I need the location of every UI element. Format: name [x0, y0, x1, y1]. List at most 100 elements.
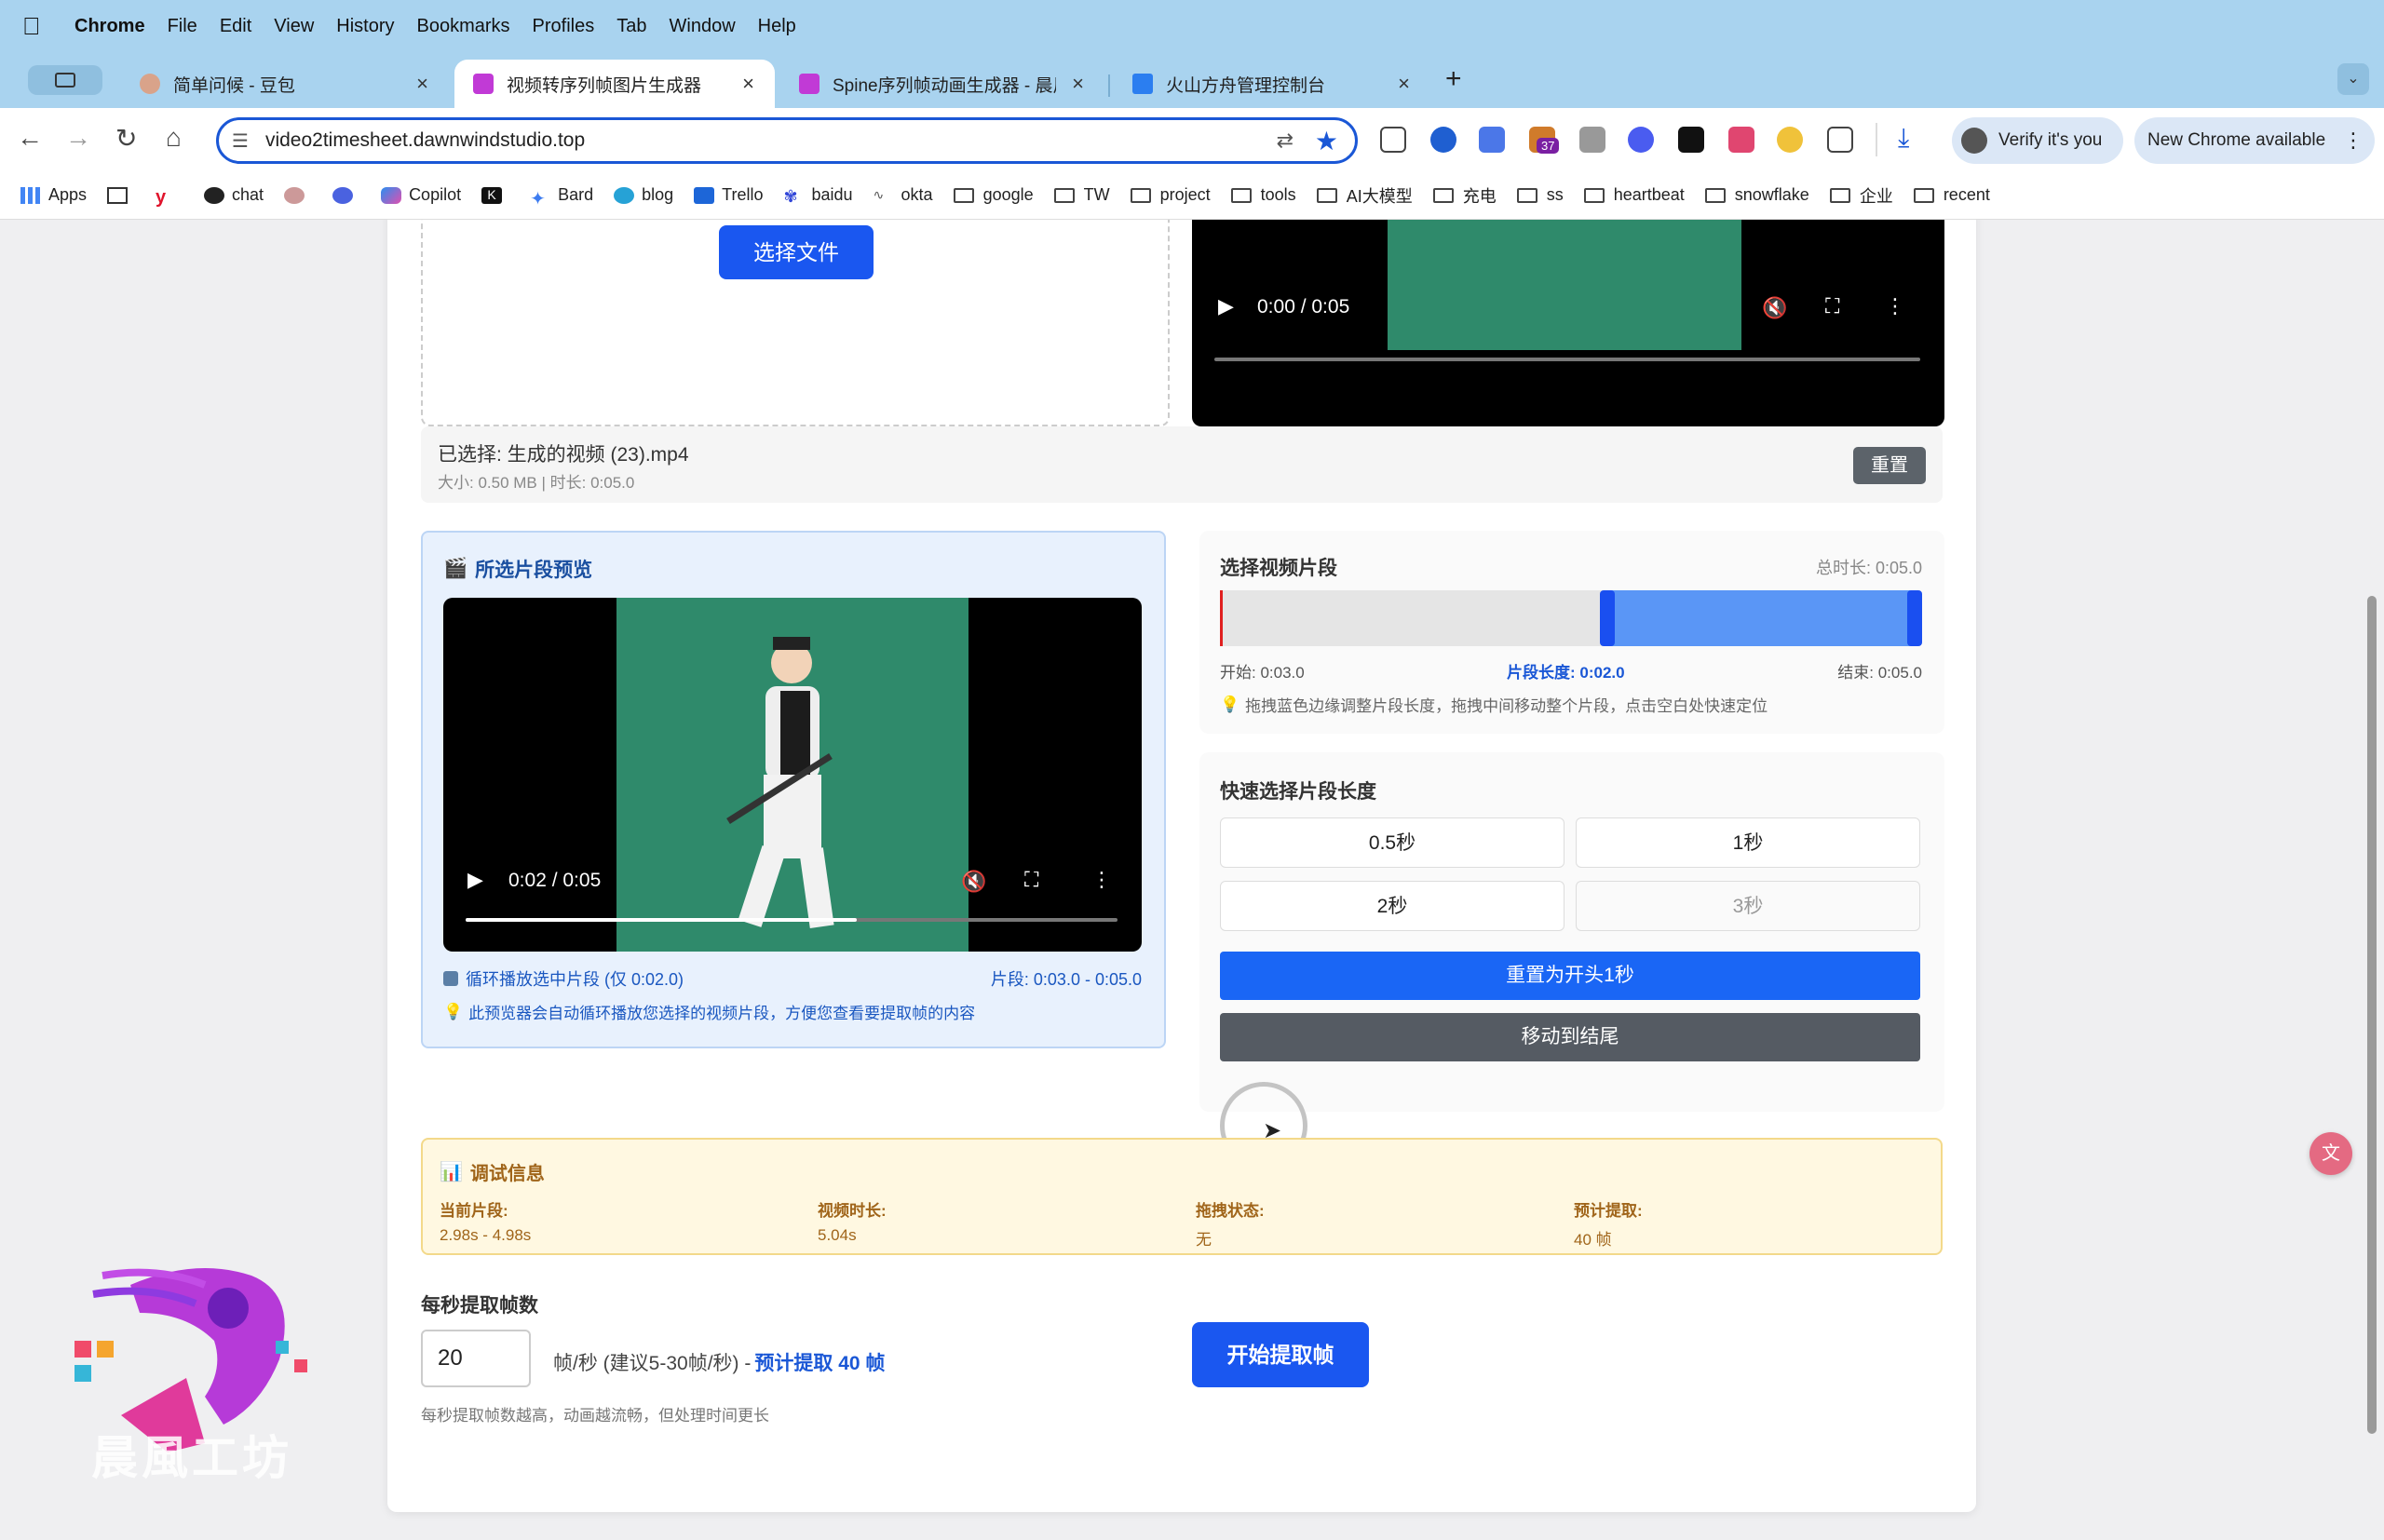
bookmark-copilot[interactable]: Copilot	[381, 185, 461, 205]
download-icon[interactable]: ⤓	[1898, 123, 1909, 154]
menu-profiles[interactable]: Profiles	[533, 16, 595, 37]
fullscreen-icon[interactable]: ⛶	[1825, 294, 1839, 318]
verify-profile-button[interactable]: Verify it's you	[1952, 117, 2123, 164]
menu-help[interactable]: Help	[758, 16, 796, 37]
video-more-icon[interactable]: ⋮	[1885, 294, 1905, 318]
bookmark-okta[interactable]: ∿ okta	[874, 185, 933, 205]
extension-star-icon[interactable]	[1777, 127, 1803, 153]
menu-history[interactable]: History	[336, 16, 394, 37]
loop-checkbox[interactable]: 循环播放选中片段 (仅 0:02.0)	[443, 966, 684, 991]
bookmark-folder-google[interactable]: google	[953, 185, 1034, 205]
menu-view[interactable]: View	[274, 16, 314, 37]
bookmark-folder-tw[interactable]: TW	[1053, 185, 1110, 205]
translate-icon[interactable]: ⇄	[1277, 128, 1294, 153]
camera-extension-icon[interactable]	[1579, 127, 1605, 153]
checkbox-icon[interactable]	[443, 971, 458, 986]
page-scrollbar[interactable]	[2362, 220, 2384, 1540]
menu-tab[interactable]: Tab	[616, 16, 646, 37]
quick-2s-button[interactable]: 2秒	[1220, 881, 1564, 931]
tab-spine[interactable]: Spine序列帧动画生成器 - 晨风工坊 ×	[780, 60, 1104, 108]
quick-1s-button[interactable]: 1秒	[1576, 817, 1920, 868]
fps-input[interactable]	[421, 1330, 531, 1387]
reset-first-second-button[interactable]: 重置为开头1秒	[1220, 952, 1920, 1000]
bookmark-blog[interactable]: blog	[614, 185, 673, 205]
bookmark-k[interactable]: K	[481, 186, 509, 204]
play-icon[interactable]: ▶	[467, 868, 483, 892]
video-progress-bar[interactable]	[1214, 358, 1920, 361]
reset-button[interactable]: 重置	[1853, 447, 1926, 484]
bookmark-chat[interactable]: chat	[204, 185, 264, 205]
address-bar[interactable]: ☰ video2timesheet.dawnwindstudio.top ⇄ ★	[216, 117, 1358, 164]
extension-diamond-icon[interactable]	[1628, 127, 1654, 153]
qr-extension-icon[interactable]	[1380, 127, 1406, 153]
extension-circle-icon[interactable]	[1430, 127, 1456, 153]
bookmark-avatar[interactable]	[284, 186, 312, 204]
bookmark-folder-ai[interactable]: AI大模型	[1316, 183, 1413, 208]
bookmark-wave[interactable]	[332, 186, 360, 204]
quick-3s-button[interactable]: 3秒	[1576, 881, 1920, 931]
bookmark-folder-heartbeat[interactable]: heartbeat	[1583, 185, 1685, 205]
floating-translate-icon[interactable]: 文	[2310, 1132, 2352, 1175]
close-tab-icon[interactable]: ×	[416, 72, 428, 96]
uploaded-video-player[interactable]: ▶ 0:00 / 0:05 🔇 ⛶ ⋮	[1192, 220, 1944, 426]
segment-start-handle[interactable]	[1600, 590, 1615, 646]
choose-file-button[interactable]: 选择文件	[719, 225, 874, 279]
forward-arrow-icon[interactable]: →	[65, 123, 91, 153]
menu-file[interactable]: File	[168, 16, 197, 37]
menu-window[interactable]: Window	[670, 16, 736, 37]
tab-doubao[interactable]: 简单问候 - 豆包 ×	[121, 60, 449, 108]
close-tab-icon[interactable]: ×	[1072, 72, 1084, 96]
bookmark-folder-enterprise[interactable]: 企业	[1829, 183, 1893, 208]
extensions-puzzle-icon[interactable]	[1827, 127, 1853, 153]
back-arrow-icon[interactable]: ←	[17, 123, 43, 153]
mute-icon[interactable]: 🔇	[961, 870, 986, 894]
selected-segment-range[interactable]	[1600, 590, 1922, 646]
menu-app-name[interactable]: Chrome	[74, 16, 145, 37]
move-to-end-button[interactable]: 移动到结尾	[1220, 1013, 1920, 1061]
tab-volcengine[interactable]: 火山方舟管理控制台 ×	[1114, 60, 1430, 108]
new-tab-icon[interactable]: +	[1445, 63, 1462, 95]
bookmark-folder-charge[interactable]: 充电	[1432, 183, 1497, 208]
tab-video2timesheet[interactable]: 视频转序列帧图片生成器 ×	[454, 60, 775, 108]
new-chrome-button[interactable]: New Chrome available ⋮	[2134, 117, 2375, 164]
site-info-icon[interactable]: ☰	[232, 129, 249, 153]
bookmark-grid[interactable]	[107, 186, 135, 204]
upload-dropzone[interactable]: 选择文件	[421, 220, 1170, 426]
bookmark-folder-tools[interactable]: tools	[1230, 185, 1296, 205]
bookmark-folder-ss[interactable]: ss	[1516, 185, 1564, 205]
bookmark-folder-project[interactable]: project	[1130, 185, 1211, 205]
bookmark-folder-recent[interactable]: recent	[1913, 185, 1990, 205]
quick-0-5s-button[interactable]: 0.5秒	[1220, 817, 1564, 868]
apple-icon[interactable]: 	[22, 12, 60, 41]
bookmark-baidu[interactable]: ✾ baidu	[784, 185, 853, 206]
reload-icon[interactable]: ↻	[115, 123, 137, 154]
preview-progress-bar[interactable]	[466, 918, 1118, 922]
tab-list-chevron-icon[interactable]: ⌄	[2337, 63, 2369, 95]
extension-blocks-icon[interactable]	[1479, 127, 1505, 153]
mute-icon[interactable]: 🔇	[1762, 296, 1787, 320]
menu-edit[interactable]: Edit	[220, 16, 251, 37]
bookmark-bard[interactable]: ✦ Bard	[530, 185, 593, 209]
bookmark-folder-snowflake[interactable]: snowflake	[1704, 185, 1809, 205]
play-icon[interactable]: ▶	[1218, 294, 1234, 318]
more-menu-icon[interactable]: ⋮	[2343, 128, 2364, 153]
preview-video-player[interactable]: ▶ 0:02 / 0:05 🔇 ⛶ ⋮	[443, 598, 1142, 952]
bookmark-y[interactable]: y	[156, 187, 183, 208]
video-more-icon[interactable]: ⋮	[1091, 868, 1112, 892]
close-tab-icon[interactable]: ×	[1398, 72, 1410, 96]
extension-dark-icon[interactable]	[1678, 127, 1704, 153]
bookmark-trello[interactable]: Trello	[694, 185, 764, 205]
close-tab-icon[interactable]: ×	[742, 72, 754, 96]
menu-bookmarks[interactable]: Bookmarks	[417, 16, 510, 37]
url-text[interactable]: video2timesheet.dawnwindstudio.top	[265, 129, 585, 152]
timeline-track[interactable]	[1220, 590, 1922, 646]
fullscreen-icon[interactable]: ⛶	[1024, 868, 1038, 892]
translate-extension-icon[interactable]	[1728, 127, 1754, 153]
scrollbar-thumb[interactable]	[2367, 596, 2377, 1434]
bookmark-star-icon[interactable]: ★	[1315, 126, 1338, 156]
segment-end-handle[interactable]	[1907, 590, 1922, 646]
home-icon[interactable]: ⌂	[166, 123, 182, 153]
bookmark-apps[interactable]: Apps	[20, 185, 87, 205]
tab-search-button[interactable]	[28, 65, 102, 95]
start-extract-button[interactable]: 开始提取帧	[1192, 1322, 1369, 1387]
